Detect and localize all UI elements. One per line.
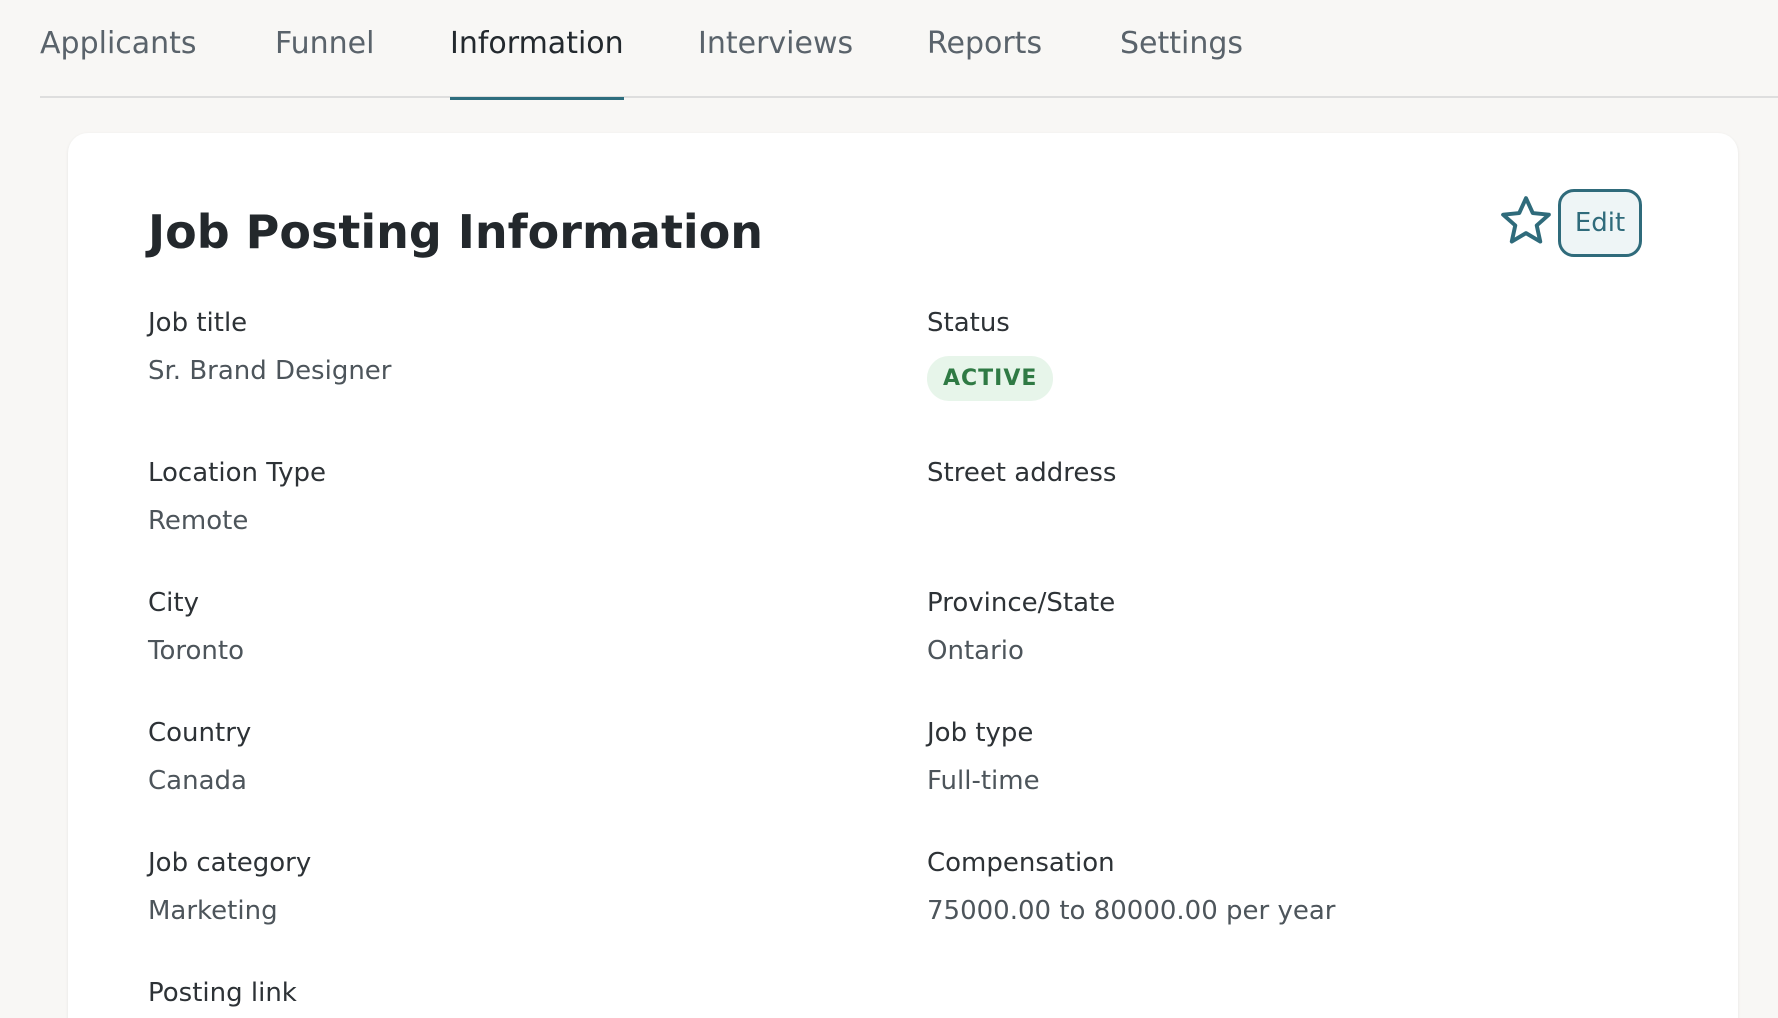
field-value: Sr. Brand Designer [148, 356, 392, 386]
field-city: City Toronto [148, 588, 244, 666]
status-badge: ACTIVE [927, 356, 1054, 401]
tab-information[interactable]: Information [450, 26, 624, 100]
field-label: Job category [148, 848, 312, 878]
field-value: Remote [148, 506, 249, 536]
tab-reports[interactable]: Reports [927, 26, 1042, 98]
field-value: Marketing [148, 896, 278, 926]
field-label: Status [927, 308, 1010, 338]
tab-applicants[interactable]: Applicants [40, 26, 197, 98]
field-label: Province/State [927, 588, 1116, 618]
tab-bar: Applicants Funnel Information Interviews… [40, 0, 1778, 100]
field-value: Canada [148, 766, 247, 796]
field-label: Job title [148, 308, 248, 338]
card-title: Job Posting Information [148, 205, 764, 259]
job-posting-card: Job Posting Information Edit Job title S… [68, 133, 1738, 1018]
field-label: Country [148, 718, 252, 748]
field-value: 75000.00 to 80000.00 per year [927, 896, 1336, 926]
field-status: Status ACTIVE [927, 308, 1054, 401]
field-province-state: Province/State Ontario [927, 588, 1115, 666]
tab-settings[interactable]: Settings [1120, 26, 1243, 98]
tab-interviews[interactable]: Interviews [698, 26, 853, 98]
field-country: Country Canada [148, 718, 251, 796]
field-label: Posting link [148, 978, 297, 1008]
field-value: Ontario [927, 636, 1024, 666]
field-value: Full-time [927, 766, 1040, 796]
field-street-address: Street address [927, 458, 1116, 506]
field-compensation: Compensation 75000.00 to 80000.00 per ye… [927, 848, 1335, 926]
tab-funnel[interactable]: Funnel [275, 26, 374, 98]
field-label: Job type [927, 718, 1034, 748]
field-posting-link: Posting link [148, 978, 297, 1008]
field-label: Location Type [148, 458, 326, 488]
field-job-title: Job title Sr. Brand Designer [148, 308, 392, 386]
field-job-category: Job category Marketing [148, 848, 311, 926]
field-value: Toronto [148, 636, 244, 666]
field-label: City [148, 588, 199, 618]
field-location-type: Location Type Remote [148, 458, 326, 536]
field-label: Compensation [927, 848, 1115, 878]
field-label: Street address [927, 458, 1117, 488]
edit-button[interactable]: Edit [1558, 189, 1642, 257]
field-job-type: Job type Full-time [927, 718, 1040, 796]
star-icon[interactable] [1498, 193, 1554, 249]
